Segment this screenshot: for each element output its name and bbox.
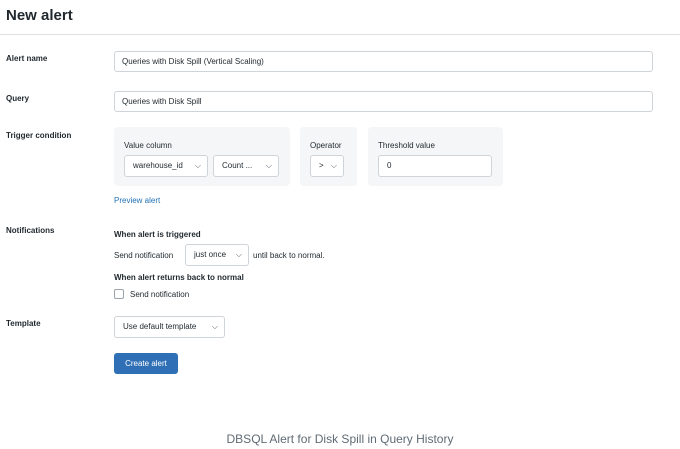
operator-select-value: > bbox=[319, 161, 324, 170]
chevron-down-icon: ⌵ bbox=[235, 250, 242, 259]
template-select[interactable]: Use default template ⌵ bbox=[114, 316, 225, 338]
operator-select[interactable]: > ⌵ bbox=[310, 155, 344, 177]
normal-heading: When alert returns back to normal bbox=[114, 273, 244, 282]
chevron-down-icon: ⌵ bbox=[330, 161, 337, 170]
frequency-select[interactable]: just once ⌵ bbox=[185, 244, 249, 266]
send-notification-prefix: Send notification bbox=[114, 251, 174, 260]
value-column-select[interactable]: warehouse_id ⌵ bbox=[124, 155, 208, 177]
value-column-select-value: warehouse_id bbox=[133, 161, 183, 170]
send-notification-checkbox[interactable] bbox=[114, 289, 124, 299]
alert-name-input[interactable]: Queries with Disk Spill (Vertical Scalin… bbox=[114, 51, 653, 72]
chevron-down-icon: ⌵ bbox=[194, 161, 201, 170]
operator-panel: Operator > ⌵ bbox=[300, 127, 357, 186]
template-select-value: Use default template bbox=[123, 322, 197, 331]
value-column-panel: Value column warehouse_id ⌵ Count ... ⌵ bbox=[114, 127, 290, 186]
chevron-down-icon: ⌵ bbox=[211, 322, 218, 331]
figure-caption: DBSQL Alert for Disk Spill in Query Hist… bbox=[226, 432, 454, 446]
operator-label: Operator bbox=[310, 141, 342, 150]
send-notification-checkbox-label: Send notification bbox=[130, 290, 190, 299]
alert-name-label: Alert name bbox=[6, 54, 48, 63]
notifications-label: Notifications bbox=[6, 226, 55, 235]
aggregate-select[interactable]: Count ... ⌵ bbox=[213, 155, 279, 177]
title-divider bbox=[0, 34, 680, 35]
threshold-panel: Threshold value 0 bbox=[368, 127, 503, 186]
create-alert-button[interactable]: Create alert bbox=[114, 353, 178, 374]
preview-alert-link[interactable]: Preview alert bbox=[114, 196, 160, 205]
template-label: Template bbox=[6, 319, 41, 328]
frequency-select-value: just once bbox=[194, 250, 227, 259]
threshold-input[interactable]: 0 bbox=[378, 155, 492, 177]
triggered-heading: When alert is triggered bbox=[114, 230, 201, 239]
aggregate-select-value: Count ... bbox=[222, 161, 253, 170]
page-title: New alert bbox=[6, 7, 73, 24]
query-label: Query bbox=[6, 94, 30, 103]
threshold-label: Threshold value bbox=[378, 141, 435, 150]
value-column-label: Value column bbox=[124, 141, 172, 150]
trigger-condition-label: Trigger condition bbox=[6, 131, 72, 140]
query-input[interactable]: Queries with Disk Spill bbox=[114, 91, 653, 112]
chevron-down-icon: ⌵ bbox=[265, 161, 272, 170]
send-notification-suffix: until back to normal. bbox=[253, 251, 325, 260]
